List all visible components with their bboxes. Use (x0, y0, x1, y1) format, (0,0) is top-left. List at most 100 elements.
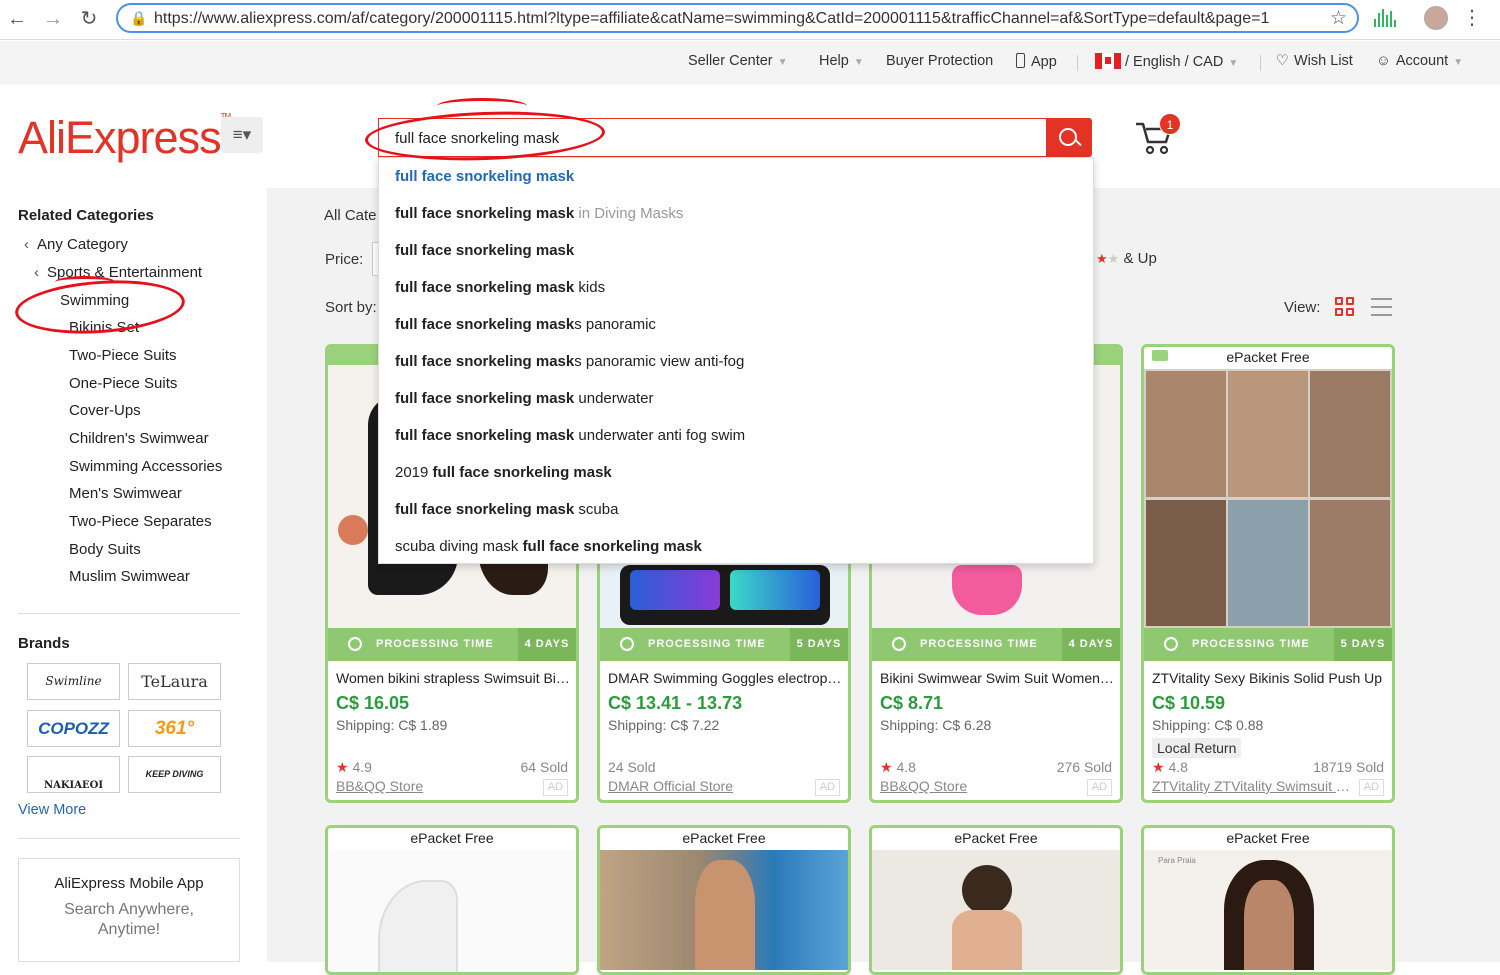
store-link[interactable]: DMAR Official Store (608, 778, 808, 794)
star-icon: ★ (880, 759, 893, 775)
ad-badge: AD (1086, 779, 1112, 796)
suggestion-item[interactable]: 2019 full face snorkeling mask (395, 464, 612, 481)
product-price: C$ 16.05 (336, 693, 410, 713)
chevron-down-icon: ▼ (1228, 58, 1239, 69)
canada-flag-icon (1095, 53, 1121, 69)
store-link[interactable]: BB&QQ Store (880, 778, 1080, 794)
list-view-icon[interactable] (1371, 298, 1392, 316)
sidebar-item-two-piece-separates[interactable]: Two-Piece Separates (69, 513, 212, 530)
store-link[interactable]: BB&QQ Store (336, 778, 536, 794)
search-button[interactable] (1046, 118, 1092, 157)
model-photo (1310, 371, 1390, 497)
price-filter-label: Price: (325, 251, 364, 268)
star-icon: ★ (1152, 759, 1165, 775)
processing-time-bar: PROCESSING TIME 4 DAYS (872, 628, 1120, 661)
address-bar[interactable]: 🔒 https://www.aliexpress.com/af/category… (116, 3, 1359, 33)
product-shipping: Shipping: C$ 0.88 (1152, 717, 1264, 733)
browser-toolbar: ← → ↻ 🔒 https://www.aliexpress.com/af/ca… (0, 0, 1500, 40)
suggestion-item[interactable]: full face snorkeling mask underwater (395, 390, 653, 407)
product-price: C$ 8.71 (880, 693, 944, 713)
product-sold-count: 276 Sold (1056, 759, 1112, 775)
all-categories-breadcrumb[interactable]: All Cate (324, 207, 377, 224)
sidebar-item-bikinis-set[interactable]: Bikinis Set (69, 319, 139, 336)
chevron-left-icon: ‹ (34, 264, 39, 281)
bookmark-star-icon[interactable]: ☆ (1330, 7, 1347, 30)
mobile-app-promo[interactable]: AliExpress Mobile App Search Anywhere, A… (18, 858, 240, 962)
extension-icon[interactable] (1374, 9, 1396, 27)
brand-logo-361[interactable]: 361° (128, 710, 221, 747)
user-icon: ☺ (1376, 53, 1391, 69)
any-category-link[interactable]: ‹ Any Category (24, 236, 128, 253)
parent-category-link[interactable]: ‹ Sports & Entertainment (34, 264, 202, 281)
sidebar-item-one-piece-suits[interactable]: One-Piece Suits (69, 375, 177, 392)
product-card[interactable]: ePacket Free (597, 825, 851, 975)
brand-logo-telaura[interactable]: TeLaura (128, 663, 221, 700)
divider (18, 613, 240, 614)
product-card[interactable]: ePacket Free Para Praia (1141, 825, 1395, 975)
sidebar-item-body-suits[interactable]: Body Suits (69, 541, 141, 558)
product-image[interactable] (328, 850, 576, 972)
locale-selector[interactable]: / English / CAD ▼ (1095, 53, 1238, 70)
processing-time-bar: PROCESSING TIME 5 DAYS (600, 628, 848, 661)
model-photo (1228, 500, 1308, 626)
suggestion-item[interactable]: full face snorkeling masks panoramic (395, 316, 656, 333)
account-menu[interactable]: ☺ Account ▼ (1376, 53, 1463, 69)
browser-menu-icon[interactable]: ⋮ (1462, 5, 1482, 30)
sidebar-item-mens-swimwear[interactable]: Men's Swimwear (69, 485, 182, 502)
product-shape (378, 880, 458, 972)
category-menu-button[interactable]: ≡▾ (221, 117, 263, 153)
profile-avatar[interactable] (1424, 6, 1448, 30)
help-link[interactable]: Help ▼ (819, 53, 864, 69)
sidebar-item-two-piece-suits[interactable]: Two-Piece Suits (69, 347, 177, 364)
sidebar-item-swimming-accessories[interactable]: Swimming Accessories (69, 458, 222, 475)
suggestion-item[interactable]: full face snorkeling mask in Diving Mask… (395, 205, 683, 222)
suggestion-item[interactable]: scuba diving mask full face snorkeling m… (395, 538, 702, 555)
back-icon[interactable]: ← (4, 6, 30, 32)
product-card[interactable]: ePacket Free (869, 825, 1123, 975)
brand-logo-swimline[interactable]: Swimline (27, 663, 120, 700)
chevron-down-icon: ▼ (777, 57, 788, 68)
wish-list-link[interactable]: ♡ Wish List (1276, 53, 1353, 69)
product-card[interactable]: ePacket Free PROCESSING TIME 5 DAYS ZTVit… (1141, 344, 1395, 803)
product-price: C$ 13.41 - 13.73 (608, 693, 743, 713)
suggestion-item[interactable]: full face snorkeling mask (395, 242, 574, 259)
ad-badge: AD (814, 779, 840, 796)
store-link[interactable]: ZTVitality ZTVitality Swimsuit Store (1152, 778, 1352, 794)
suggestion-item[interactable]: full face snorkeling mask kids (395, 279, 605, 296)
sidebar-item-childrens-swimwear[interactable]: Children's Swimwear (69, 430, 209, 447)
seller-center-link[interactable]: Seller Center ▼ (688, 53, 788, 69)
suggestion-item[interactable]: full face snorkeling masks panoramic vie… (395, 353, 744, 370)
product-title[interactable]: Bikini Swimwear Swim Suit Women Sexy (880, 670, 1116, 686)
forward-icon[interactable]: → (40, 6, 66, 32)
suggestion-item[interactable]: full face snorkeling mask (395, 168, 574, 185)
product-title[interactable]: ZTVitality Sexy Bikinis Solid Push Up (1152, 670, 1388, 686)
heart-icon: ♡ (1276, 53, 1289, 69)
product-title[interactable]: Women bikini strapless Swimsuit Bikini s… (336, 670, 572, 686)
grid-view-icon[interactable] (1335, 297, 1355, 317)
brand-logo-nakiaeoi[interactable]: NAKIAEOI (27, 756, 120, 793)
star-icon: ★ (1096, 251, 1108, 266)
ad-badge: AD (542, 779, 568, 796)
rating-filter[interactable]: ★★ & Up (1096, 250, 1157, 267)
search-input[interactable]: full face snorkeling mask (378, 118, 1048, 157)
suggestion-item[interactable]: full face snorkeling mask underwater ant… (395, 427, 745, 444)
product-image[interactable] (872, 850, 1120, 970)
model-photo (1228, 371, 1308, 497)
sidebar-item-muslim-swimwear[interactable]: Muslim Swimwear (69, 568, 190, 585)
sidebar-item-cover-ups[interactable]: Cover-Ups (69, 402, 141, 419)
brand-logo-copozz[interactable]: COPOZZ (27, 710, 120, 747)
url-text[interactable]: https://www.aliexpress.com/af/category/2… (154, 10, 1304, 28)
product-title[interactable]: DMAR Swimming Goggles electroplate (608, 670, 844, 686)
product-image[interactable] (600, 850, 848, 970)
brand-logo-keep-diving[interactable]: KEEP DIVING (128, 756, 221, 793)
divider (1077, 55, 1078, 71)
product-image[interactable] (1144, 369, 1392, 628)
reload-icon[interactable]: ↻ (76, 6, 102, 32)
app-link[interactable]: App (1016, 53, 1057, 70)
suggestion-item[interactable]: full face snorkeling mask scuba (395, 501, 618, 518)
aliexpress-logo[interactable]: AliExpressTM (18, 112, 231, 164)
product-image[interactable]: Para Praia (1144, 850, 1392, 970)
product-card[interactable]: ePacket Free (325, 825, 579, 975)
view-more-brands-link[interactable]: View More (18, 802, 86, 818)
buyer-protection-link[interactable]: Buyer Protection (886, 53, 993, 69)
